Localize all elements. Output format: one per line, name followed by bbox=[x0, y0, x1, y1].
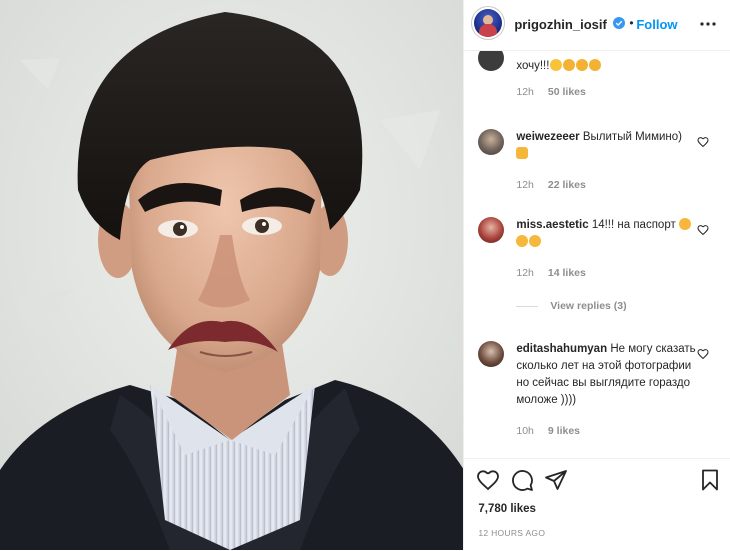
victory-emoji-icon bbox=[516, 147, 529, 159]
heart-icon[interactable] bbox=[476, 468, 500, 492]
comment-body: хочу!!! bbox=[516, 60, 550, 72]
view-replies-label: View replies (3) bbox=[550, 300, 627, 312]
comment-text: weiwezeeer Вылитый Мимино) bbox=[516, 129, 702, 163]
comment-avatar[interactable] bbox=[478, 51, 505, 71]
clap-emoji-icon bbox=[563, 59, 576, 71]
comment-meta: 12h 14 likes bbox=[516, 267, 599, 279]
comment-body: 14!!! на паспорт bbox=[591, 219, 676, 231]
comment-avatar[interactable] bbox=[478, 341, 505, 367]
post-photo[interactable] bbox=[0, 0, 464, 550]
view-replies-button[interactable]: View replies (3) bbox=[516, 300, 627, 312]
instagram-post: prigozhin_iosif • Follow хочу!!! 12h 50 … bbox=[0, 0, 730, 550]
comment-time[interactable]: 12h bbox=[516, 267, 534, 279]
share-icon[interactable] bbox=[544, 468, 568, 492]
comment-text: miss.aestetic 14!!! на паспорт bbox=[516, 217, 702, 251]
comment-time[interactable]: 12h bbox=[516, 86, 534, 98]
post-username[interactable]: prigozhin_iosif bbox=[514, 17, 606, 32]
follow-button[interactable]: Follow bbox=[636, 17, 677, 32]
comment-meta: 12h 22 likes bbox=[516, 179, 599, 191]
comment-username[interactable]: weiwezeeer bbox=[516, 131, 579, 143]
comment-avatar[interactable] bbox=[478, 217, 505, 243]
comment-meta: 12h 50 likes bbox=[516, 86, 599, 98]
avatar-body bbox=[479, 24, 498, 37]
cat-joy-emoji-icon bbox=[529, 235, 542, 247]
comment-username[interactable]: editashahumyan bbox=[516, 343, 607, 355]
portrait-image bbox=[0, 0, 464, 550]
verified-badge-icon bbox=[613, 17, 626, 29]
comment-username[interactable]: miss.aestetic bbox=[516, 219, 588, 231]
post-header: prigozhin_iosif • Follow bbox=[464, 0, 730, 51]
comment-time[interactable]: 12h bbox=[516, 179, 534, 191]
comment-avatar[interactable] bbox=[478, 129, 505, 155]
laugh-emoji-icon bbox=[550, 59, 563, 71]
cat-joy-emoji-icon bbox=[678, 218, 691, 230]
comment-body: Вылитый Мимино) bbox=[582, 131, 682, 143]
cat-joy-emoji-icon bbox=[516, 235, 529, 247]
post-timestamp[interactable]: 12 HOURS AGO bbox=[478, 528, 545, 538]
comment-text: хочу!!! bbox=[516, 58, 702, 75]
replies-divider bbox=[516, 305, 539, 307]
comments-list[interactable]: хочу!!! 12h 50 likes weiwezeeer Вылитый М… bbox=[464, 51, 730, 458]
comment-likes[interactable]: 22 likes bbox=[548, 179, 586, 191]
heart-icon[interactable] bbox=[697, 224, 709, 236]
post-side-panel: prigozhin_iosif • Follow хочу!!! 12h 50 … bbox=[463, 0, 730, 550]
separator-dot: • bbox=[629, 16, 634, 30]
comment-text: editashahumyan Не могу сказать сколько л… bbox=[516, 341, 696, 409]
comment-likes[interactable]: 14 likes bbox=[548, 267, 586, 279]
comment-likes[interactable]: 9 likes bbox=[548, 425, 580, 437]
post-actions: 7,780 likes 12 HOURS AGO bbox=[464, 458, 730, 551]
comment-meta: 10h 9 likes bbox=[516, 425, 594, 437]
likes-count[interactable]: 7,780 likes bbox=[478, 503, 536, 515]
comment-time[interactable]: 10h bbox=[516, 425, 534, 437]
bookmark-icon[interactable] bbox=[698, 468, 722, 492]
clap-emoji-icon bbox=[576, 59, 589, 71]
heart-icon[interactable] bbox=[697, 136, 709, 148]
more-options-icon[interactable] bbox=[696, 12, 720, 36]
comment-icon[interactable] bbox=[510, 468, 534, 492]
heart-icon[interactable] bbox=[697, 348, 709, 360]
profile-avatar[interactable] bbox=[474, 9, 503, 37]
clap-emoji-icon bbox=[589, 59, 602, 71]
comment-likes[interactable]: 50 likes bbox=[548, 86, 586, 98]
